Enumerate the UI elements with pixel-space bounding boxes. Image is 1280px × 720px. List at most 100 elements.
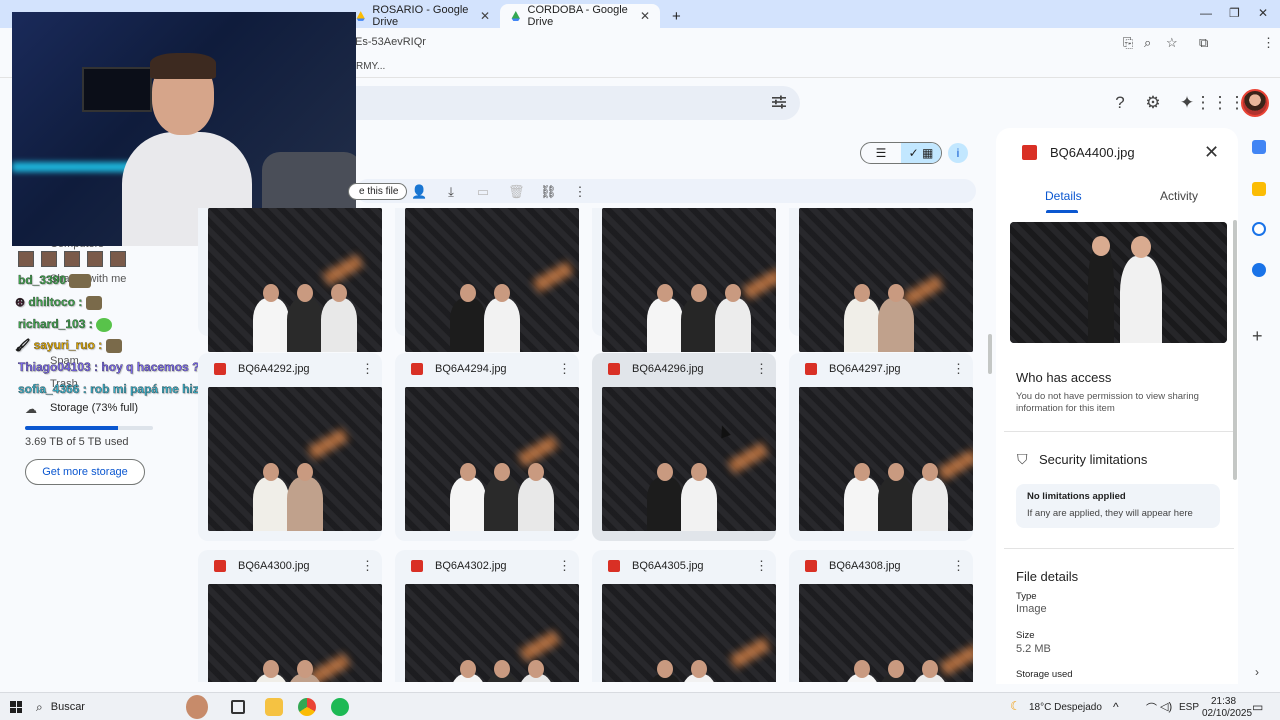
apps-grid-icon[interactable]: ⋮⋮⋮ [1195,93,1246,113]
search-highlight-icon[interactable] [186,695,208,719]
tab-details[interactable]: Details [1045,189,1082,203]
file-thumbnail[interactable] [602,584,776,682]
details-info-icon[interactable]: i [948,143,968,163]
file-card-header[interactable]: BQ6A4294.jpg ⋮ [395,353,579,385]
file-card-header[interactable]: BQ6A4296.jpg ⋮ [592,353,776,385]
file-card[interactable]: BQ6A4305.jpg ⋮ [592,550,776,682]
more-options-icon[interactable]: ⋮ [952,558,965,574]
add-addon-icon[interactable]: + [1252,326,1263,347]
file-card[interactable]: BQ6A4300.jpg ⋮ [198,550,382,682]
file-card-header[interactable]: BQ6A4308.jpg ⋮ [789,550,973,582]
settings-gear-icon[interactable]: ⚙ [1143,93,1163,113]
file-card[interactable]: BQ6A4302.jpg ⋮ [395,550,579,682]
tab-activity[interactable]: Activity [1160,189,1198,203]
network-icon[interactable]: ⌒ [1146,700,1157,716]
file-card[interactable]: BQ6A4292.jpg ⋮ [198,353,382,541]
file-thumbnail[interactable] [208,584,382,682]
grid-view-icon[interactable]: ✓ ▦ [901,143,941,163]
windows-start-icon[interactable] [10,701,22,713]
chevron-right-icon[interactable]: › [1255,665,1259,679]
url-text[interactable]: Es-53AevRIQr [355,36,426,48]
file-card[interactable] [395,208,579,352]
file-card-header[interactable]: BQ6A4302.jpg ⋮ [395,550,579,582]
close-tab-icon[interactable]: ✕ [480,9,490,23]
drive-search-box[interactable] [330,86,800,120]
clock-time[interactable]: 21:38 [1211,696,1236,707]
file-thumbnail[interactable] [405,387,579,531]
menu-icon[interactable]: ⋮ [1262,35,1275,51]
file-card[interactable]: BQ6A4296.jpg ⋮ [592,353,776,541]
file-card-header[interactable]: BQ6A4297.jpg ⋮ [789,353,973,385]
download-icon[interactable]: ⤓ [443,184,459,200]
task-view-icon[interactable] [231,700,245,714]
more-options-icon[interactable]: ⋮ [361,558,374,574]
more-options-icon[interactable]: ⋮ [361,361,374,377]
more-options-icon[interactable]: ⋮ [952,361,965,377]
volume-icon[interactable]: ◁) [1160,700,1172,713]
keep-icon[interactable] [1252,182,1266,196]
file-thumbnail[interactable] [208,208,382,352]
view-toggle[interactable]: ☰ ✓ ▦ [860,142,942,164]
more-options-icon[interactable]: ⋮ [755,361,768,377]
restore-icon[interactable]: ❐ [1229,6,1240,20]
tab-cordoba[interactable]: CORDOBA - Google Drive ✕ [500,4,660,28]
close-window-icon[interactable]: ✕ [1258,6,1268,20]
file-card-header[interactable]: BQ6A4300.jpg ⋮ [198,550,382,582]
file-thumbnail[interactable] [208,387,382,531]
taskbar-search[interactable]: ⌕ Buscar [36,697,85,717]
file-thumbnail[interactable] [799,584,973,682]
bookmark-star-icon[interactable]: ☆ [1166,35,1178,51]
tray-chevron-icon[interactable]: ^ [1113,700,1119,714]
more-options-icon[interactable]: ⋮ [558,361,571,377]
file-card-header[interactable]: BQ6A4305.jpg ⋮ [592,550,776,582]
bookmark-item[interactable]: RMY... [356,61,385,72]
contacts-icon[interactable] [1252,263,1266,277]
file-thumbnail[interactable] [602,208,776,352]
chrome-icon[interactable] [298,698,316,716]
tasks-icon[interactable] [1252,222,1266,236]
file-explorer-icon[interactable] [265,698,283,716]
grid-scrollbar[interactable] [988,334,992,374]
add-person-icon[interactable]: 👤 [411,184,427,200]
file-thumbnail[interactable] [799,208,973,352]
list-view-icon[interactable]: ☰ [861,143,901,163]
install-app-icon[interactable]: ⎘ [1123,35,1133,51]
file-card-header[interactable]: BQ6A4292.jpg ⋮ [198,353,382,385]
file-thumbnail[interactable] [405,584,579,682]
account-avatar[interactable] [1241,89,1269,117]
file-thumbnail[interactable] [799,387,973,531]
details-scrollbar[interactable] [1233,220,1237,480]
trash-icon[interactable]: 🗑 [508,184,525,200]
link-icon[interactable]: ⛓ [540,184,557,200]
file-card[interactable]: BQ6A4294.jpg ⋮ [395,353,579,541]
file-card[interactable]: BQ6A4308.jpg ⋮ [789,550,973,682]
zoom-icon[interactable]: ⌕ [1144,35,1151,51]
file-card[interactable]: BQ6A4297.jpg ⋮ [789,353,973,541]
calendar-icon[interactable] [1252,140,1266,154]
share-chip[interactable]: e this file [348,183,408,200]
file-thumbnail[interactable] [405,208,579,352]
close-tab-icon[interactable]: ✕ [640,9,650,23]
tab-rosario[interactable]: ROSARIO - Google Drive ✕ [345,4,500,28]
close-icon[interactable]: ✕ [1204,142,1219,163]
language-indicator[interactable]: ESP [1179,702,1199,713]
weather-text[interactable]: 18°C Despejado [1029,702,1102,713]
more-options-icon[interactable]: ⋮ [558,558,571,574]
more-options-icon[interactable]: ⋮ [755,558,768,574]
notifications-icon[interactable]: ▭ [1252,700,1263,714]
file-card[interactable] [789,208,973,352]
search-options-icon[interactable] [770,93,788,111]
file-card[interactable] [592,208,776,352]
storage-label[interactable]: Storage (73% full) [50,402,138,414]
more-actions-icon[interactable]: ⋮ [572,184,588,200]
clock-date[interactable]: 02/10/2025 [1202,708,1252,719]
minimize-icon[interactable]: — [1200,6,1212,20]
spotify-icon[interactable] [331,698,349,716]
help-icon[interactable]: ? [1110,93,1130,113]
get-more-storage-button[interactable]: Get more storage [25,459,145,485]
file-card[interactable] [198,208,382,352]
file-thumbnail[interactable] [602,387,776,531]
new-tab-button[interactable]: + [662,4,691,28]
move-icon[interactable]: ▭ [475,184,491,200]
extensions-icon[interactable]: ⧉ [1199,35,1208,51]
